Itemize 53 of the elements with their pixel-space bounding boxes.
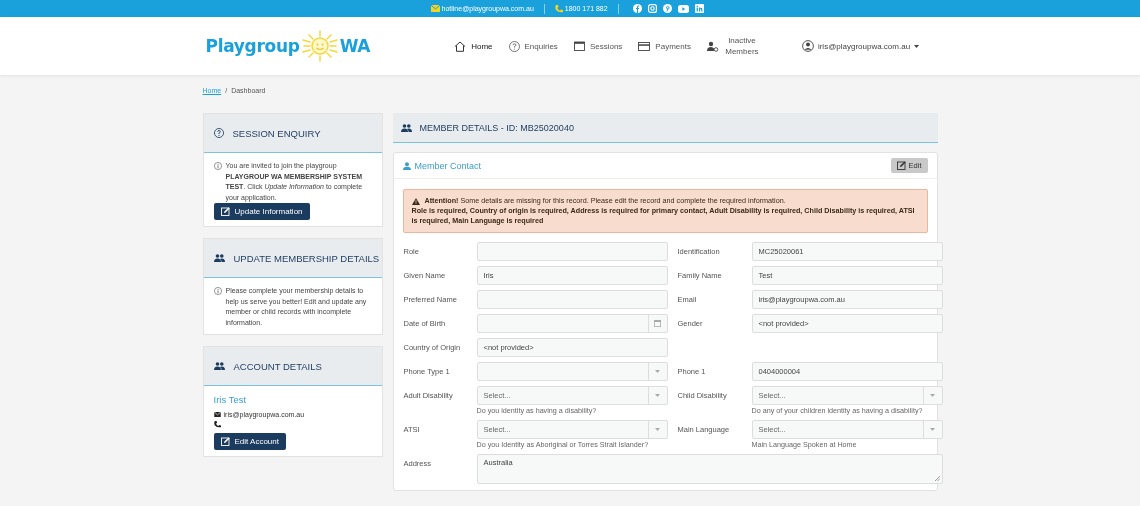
caret-icon — [655, 370, 660, 373]
nav-link[interactable]: Home — [454, 40, 493, 52]
card-title: UPDATE MEMBERSHIP DETAILS — [233, 252, 380, 264]
nav-link[interactable]: Enquiries — [508, 40, 558, 52]
caret-icon — [914, 44, 920, 48]
people-icon — [213, 362, 225, 370]
account-name: Iris Test — [213, 394, 247, 405]
user-avatar-icon — [801, 40, 814, 52]
nav-link[interactable]: Payments — [638, 41, 691, 51]
home-icon — [454, 40, 467, 52]
phone-icon — [554, 4, 563, 13]
linkedin-icon[interactable] — [694, 4, 704, 13]
edit-icon — [220, 207, 230, 216]
youtube-icon[interactable] — [677, 4, 689, 13]
facebook-icon[interactable] — [632, 4, 642, 13]
card-title: Member Contact — [414, 160, 482, 171]
text-field[interactable] — [476, 242, 668, 261]
people-icon — [213, 254, 225, 262]
edit-icon — [220, 437, 230, 446]
caret-icon — [930, 394, 935, 397]
info-icon — [213, 162, 222, 170]
account-menu[interactable]: iris@playgroupwa.com.au — [801, 40, 920, 52]
card-title: ACCOUNT DETAILS — [233, 360, 322, 372]
nav-link[interactable]: Sessions — [573, 41, 623, 51]
help-icon — [213, 128, 224, 138]
resize-handle-icon[interactable] — [934, 476, 940, 481]
section-title: MEMBER DETAILS - ID: MB25020040 — [419, 122, 574, 133]
person-icon — [402, 161, 411, 170]
card-title: SESSION ENQUIRY — [232, 127, 321, 139]
caret-icon — [655, 394, 660, 397]
info-icon — [213, 287, 222, 295]
edit-account-button[interactable]: Edit Account — [213, 433, 286, 450]
credit-card-icon — [638, 41, 651, 51]
people-icon — [400, 123, 412, 132]
edit-icon — [896, 161, 906, 170]
calendar-icon — [654, 320, 661, 327]
pinterest-icon[interactable] — [662, 4, 672, 13]
nav-link[interactable]: Inactive Members — [706, 34, 760, 58]
phone-icon — [213, 420, 221, 428]
sun-icon — [300, 30, 339, 62]
update-information-button[interactable]: Update Information — [213, 203, 310, 220]
envelope-icon — [213, 411, 221, 417]
caret-icon — [655, 428, 660, 431]
calendar-icon — [573, 41, 585, 51]
user-gear-icon — [706, 40, 719, 52]
caret-icon — [930, 428, 935, 431]
select-field[interactable] — [476, 362, 668, 381]
date-field[interactable] — [476, 314, 668, 333]
warning-icon — [411, 197, 420, 205]
instagram-icon[interactable] — [647, 4, 657, 13]
help-icon — [508, 40, 520, 52]
text-field[interactable] — [476, 290, 668, 309]
envelope-icon — [430, 5, 440, 12]
